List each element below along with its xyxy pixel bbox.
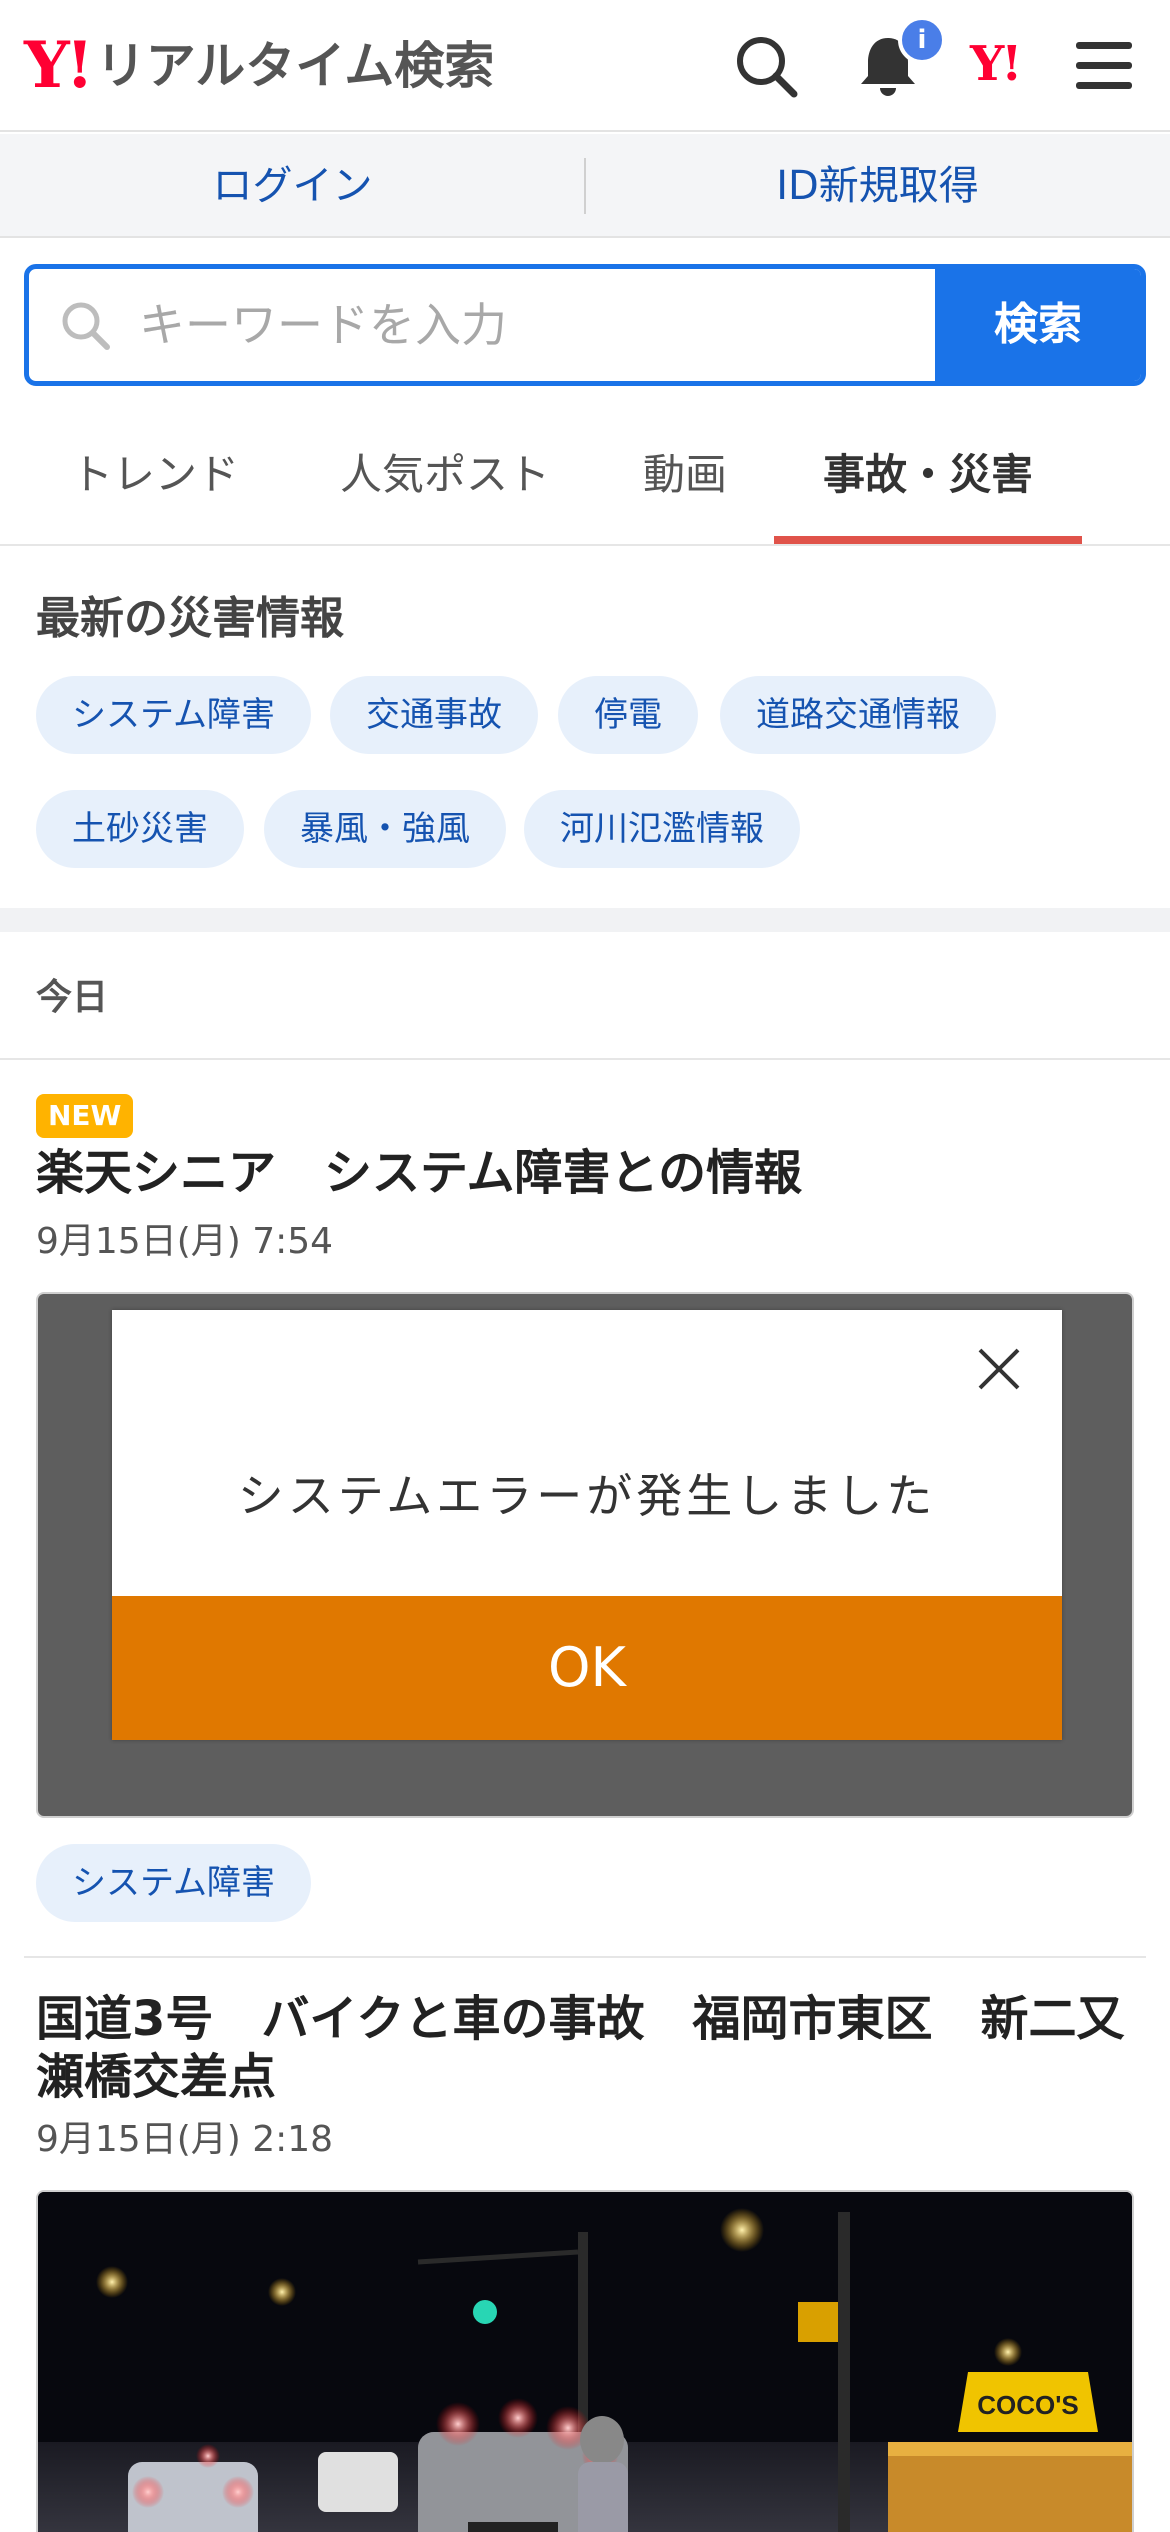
yahoo-top-link[interactable]: Y!: [970, 36, 1022, 92]
night-street-photo: COCO'S: [38, 2192, 1132, 2532]
tab-popular-posts[interactable]: 人気ポスト: [320, 420, 570, 544]
active-tab-indicator: [774, 536, 1082, 544]
category-tabs: トレンド 人気ポスト 動画 事故・災害: [0, 420, 1170, 546]
search-bar: 検索: [24, 264, 1146, 386]
post-title[interactable]: 楽天シニア システム障害との情報: [36, 1144, 1136, 1202]
post-title-line: 国道3号 バイクと車の事故 福岡市東区 新二又: [36, 1991, 1125, 2047]
post-time: 9月15日(月) 7:54: [36, 1221, 334, 1262]
chip-power-outage[interactable]: 停電: [558, 676, 698, 754]
yahoo-logo-mark: Y!: [24, 28, 94, 103]
tab-trend[interactable]: トレンド: [40, 420, 270, 544]
dialog-ok-button: OK: [112, 1596, 1062, 1740]
logo[interactable]: Y! リアルタイム検索: [24, 28, 494, 104]
auth-bar: ログイン ID新規取得: [0, 134, 1170, 238]
error-dialog-image: システムエラーが発生しました OK: [112, 1310, 1062, 1740]
divider: [24, 1956, 1146, 1958]
close-icon: [978, 1348, 1020, 1390]
app-header: Y! リアルタイム検索 i Y!: [0, 0, 1170, 132]
search-button[interactable]: 検索: [935, 269, 1141, 381]
chip-landslide[interactable]: 土砂災害: [36, 790, 244, 868]
post-title-line: 瀬橋交差点: [36, 2049, 277, 2105]
post-image[interactable]: システムエラーが発生しました OK: [36, 1292, 1134, 1818]
search-input[interactable]: [139, 269, 939, 381]
chip-storm-wind[interactable]: 暴風・強風: [264, 790, 506, 868]
date-header: 今日: [36, 977, 109, 1018]
chip-river-flood[interactable]: 河川氾濫情報: [524, 790, 800, 868]
signup-link[interactable]: ID新規取得: [585, 134, 1170, 238]
dialog-message: システムエラーが発生しました: [237, 1469, 937, 1523]
section-divider: [0, 908, 1170, 932]
divider: [0, 1058, 1170, 1060]
search-icon[interactable]: [730, 30, 802, 102]
tab-videos[interactable]: 動画: [610, 420, 760, 544]
new-badge: NEW: [36, 1094, 134, 1138]
chip-road-traffic[interactable]: 道路交通情報: [720, 676, 996, 754]
chip-traffic-accident[interactable]: 交通事故: [330, 676, 538, 754]
chip-system-failure[interactable]: システム障害: [36, 676, 311, 754]
post-time: 9月15日(月) 2:18: [36, 2119, 334, 2160]
login-link[interactable]: ログイン: [0, 134, 585, 238]
search-field-icon: [62, 302, 110, 350]
tab-accidents-disasters[interactable]: 事故・災害: [774, 420, 1082, 544]
post-tag-system-failure[interactable]: システム障害: [36, 1844, 311, 1922]
menu-icon[interactable]: [1068, 30, 1140, 102]
logo-text: リアルタイム検索: [95, 37, 495, 95]
section-title: 最新の災害情報: [36, 593, 344, 644]
post-image[interactable]: COCO'S: [36, 2190, 1134, 2532]
sign-text: COCO'S: [977, 2390, 1079, 2420]
post-title[interactable]: 国道3号 バイクと車の事故 福岡市東区 新二又 瀬橋交差点: [36, 1990, 1136, 2106]
notification-badge: i: [898, 16, 946, 64]
